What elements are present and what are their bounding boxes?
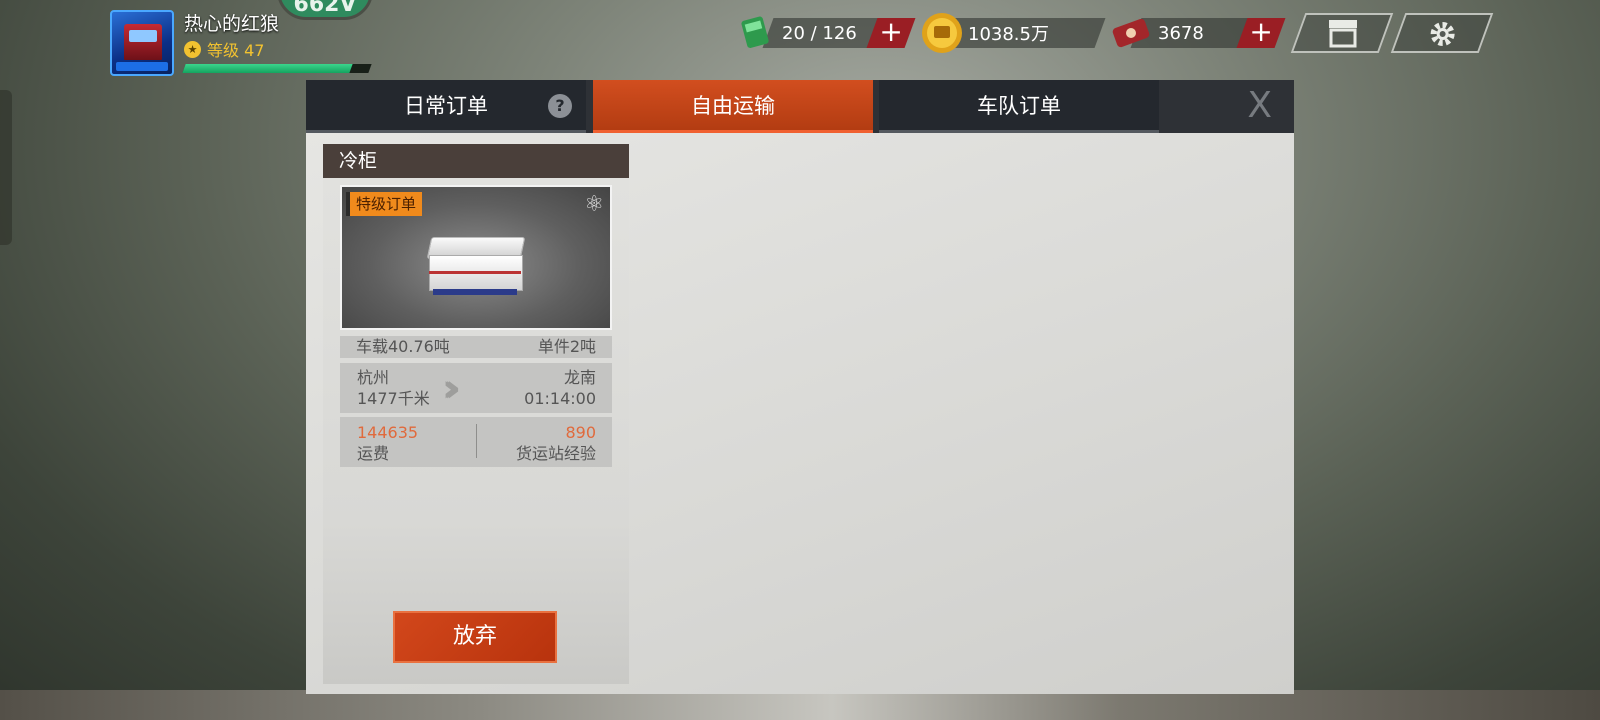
- freezer-stripe: [429, 271, 521, 274]
- ticket-value: 3678: [1158, 22, 1204, 44]
- abandon-button[interactable]: 放弃: [393, 611, 557, 663]
- energy-pack-icon: [741, 16, 769, 48]
- ticket-icon: [1112, 18, 1150, 48]
- xp-bar-fill: [182, 64, 354, 73]
- store-icon: [1329, 20, 1357, 48]
- plus-icon: +: [879, 15, 904, 48]
- close-icon[interactable]: X: [1247, 84, 1272, 128]
- freight-reward: 144635 运费: [357, 422, 418, 464]
- tab-fleet-orders[interactable]: 车队订单: [879, 80, 1159, 133]
- premium-order-badge: 特级订单: [346, 192, 423, 216]
- tab-bar: 日常订单 ? 自由运输 车队订单 X: [306, 80, 1294, 133]
- player-name: 热心的红狼: [184, 13, 280, 35]
- divider: [476, 424, 477, 458]
- level-badge[interactable]: 662V: [277, 0, 373, 20]
- level-row: ★ 等级 47: [184, 37, 264, 61]
- coin-resource: 1038.5万: [920, 13, 1106, 53]
- background-strip: [0, 690, 1600, 720]
- truck-load: 车载40.76吨: [356, 337, 450, 356]
- level-text: 等级 47: [207, 41, 265, 60]
- tab-daily-orders[interactable]: 日常订单 ?: [306, 80, 586, 133]
- chevron-right-icon: ›››: [442, 366, 461, 410]
- freight-label: 运费: [357, 444, 390, 463]
- help-icon[interactable]: ?: [548, 94, 572, 118]
- category-header: 冷柜: [323, 144, 629, 178]
- exp-value: 890: [565, 423, 596, 442]
- order-modal: 日常订单 ? 自由运输 车队订单 X 冷柜 特级订单 ⚛ 车载40.76吨 单件…: [306, 80, 1294, 694]
- route-row: 杭州 1477千米 ››› 龙南 01:14:00: [340, 363, 612, 413]
- exp-reward: 890 货运站经验: [516, 422, 596, 464]
- order-card[interactable]: 特级订单 ⚛: [340, 185, 612, 330]
- route-origin: 杭州 1477千米: [357, 367, 430, 409]
- load-row: 车载40.76吨 单件2吨: [340, 336, 612, 358]
- plus-icon: +: [1249, 15, 1274, 48]
- coin-icon: [922, 13, 962, 53]
- freight-value: 144635: [357, 423, 419, 442]
- avatar[interactable]: [110, 10, 174, 76]
- truck-icon: [124, 24, 162, 60]
- route-duration: 01:14:00: [524, 389, 596, 408]
- store-button[interactable]: [1290, 13, 1394, 53]
- avatar-tag: [116, 62, 168, 71]
- order-column: 冷柜 特级订单 ⚛ 车载40.76吨 单件2吨 杭州 1477千米 ››› 龙南: [323, 144, 629, 684]
- xp-bar: [182, 64, 372, 73]
- freezer-base: [433, 289, 517, 295]
- reward-row: 144635 运费 890 货运站经验: [340, 417, 612, 467]
- tab-label: 车队订单: [977, 94, 1061, 118]
- atom-icon[interactable]: ⚛: [584, 192, 604, 217]
- exp-label: 货运站经验: [515, 444, 596, 463]
- level-badge-text: 662V: [293, 0, 357, 17]
- tab-label: 日常订单: [404, 94, 488, 118]
- settings-button[interactable]: [1390, 13, 1494, 53]
- tab-label: 自由运输: [691, 94, 775, 118]
- freezer-cargo-image: [426, 237, 526, 297]
- tab-free-transport[interactable]: 自由运输: [593, 80, 873, 133]
- left-edge-handle[interactable]: [0, 90, 12, 245]
- origin-city: 杭州: [357, 368, 390, 387]
- coin-value: 1038.5万: [968, 24, 1049, 45]
- route-distance: 1477千米: [357, 389, 430, 408]
- gear-icon: [1430, 22, 1455, 46]
- energy-value: 20 / 126: [782, 22, 857, 44]
- unit-weight: 单件2吨: [537, 337, 596, 356]
- route-destination: 龙南 01:14:00: [524, 367, 596, 409]
- destination-city: 龙南: [563, 368, 596, 387]
- star-icon: ★: [184, 40, 201, 58]
